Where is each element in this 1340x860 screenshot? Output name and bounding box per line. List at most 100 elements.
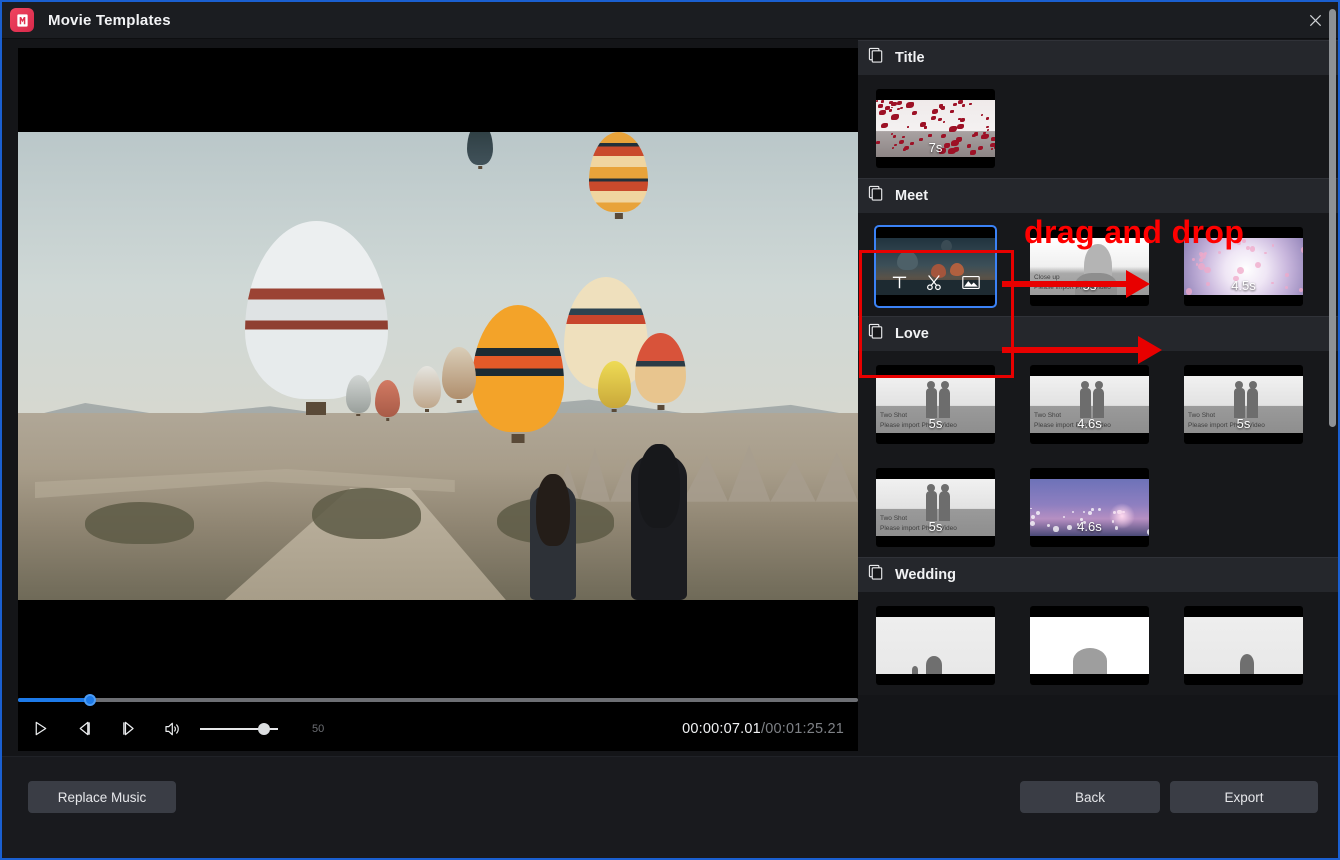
petal-shape xyxy=(958,100,963,104)
template-grid xyxy=(858,606,1338,685)
video-preview-pane: 50 00:00:07.01/00:01:25.21 xyxy=(18,48,858,751)
petal-shape xyxy=(986,128,990,131)
thumbnail-duration: 5s xyxy=(1236,416,1251,431)
timeline-progress-fill xyxy=(18,698,91,702)
volume-slider[interactable] xyxy=(200,722,278,736)
person-right xyxy=(631,444,688,600)
petal-shape xyxy=(876,100,878,102)
template-grid: 7s xyxy=(858,89,1338,168)
petal-shape xyxy=(892,135,897,139)
playback-timeline[interactable] xyxy=(18,694,858,706)
petal-shape xyxy=(957,124,964,130)
blossom-petal xyxy=(1184,238,1186,240)
section-header-wedding[interactable]: Wedding xyxy=(858,557,1338,592)
petal-shape xyxy=(891,106,894,109)
timeline-playhead[interactable] xyxy=(84,694,97,706)
petal-shape xyxy=(907,126,910,128)
template-thumbnail[interactable]: 4.5s xyxy=(1184,227,1303,306)
petal-shape xyxy=(941,133,947,138)
blossom-petal xyxy=(1204,266,1211,273)
balloon-small-c xyxy=(345,375,371,413)
wedding-silhouette xyxy=(925,656,942,674)
blossom-petal xyxy=(1198,263,1205,270)
text-icon[interactable] xyxy=(890,273,909,292)
petal-shape xyxy=(896,100,902,105)
template-thumbnail[interactable] xyxy=(1184,606,1303,685)
stack-copy-icon xyxy=(868,323,885,345)
export-button[interactable]: Export xyxy=(1170,781,1318,813)
section-body-meet: Close up Please import Photo/Video 5s 4.5… xyxy=(858,213,1338,316)
thumbnail-duration: 7s xyxy=(928,140,943,155)
replace-music-button[interactable]: Replace Music xyxy=(28,781,176,813)
timeline-track[interactable] xyxy=(18,694,858,706)
balloon-small-a xyxy=(442,347,476,399)
blossom-petal xyxy=(1271,244,1274,247)
section-body-love: Two Shot Please import Photo/Video 5s Tw… xyxy=(858,351,1338,557)
bush-center xyxy=(312,487,422,540)
template-thumbnail[interactable]: Two Shot Please import Photo/Video 5s xyxy=(876,365,995,444)
scissors-icon[interactable] xyxy=(925,273,944,292)
section-title: Love xyxy=(895,326,929,342)
petal-shape xyxy=(948,125,957,133)
template-thumbnail[interactable]: Two Shot Please import Photo/Video 4.6s xyxy=(1030,365,1149,444)
play-icon[interactable] xyxy=(18,712,62,746)
template-thumbnail[interactable] xyxy=(1030,606,1149,685)
template-thumbnail[interactable]: 4.6s xyxy=(1030,468,1149,547)
bush-left xyxy=(85,501,195,544)
petal-shape xyxy=(950,110,954,113)
templates-scrollbar[interactable] xyxy=(1329,9,1336,712)
petal-shape xyxy=(919,122,926,127)
petal-shape xyxy=(885,106,890,111)
section-body-title: 7s xyxy=(858,75,1338,178)
section-body-wedding xyxy=(858,592,1338,695)
thumbnail-duration: 4.6s xyxy=(1077,416,1102,431)
volume-icon[interactable] xyxy=(150,712,194,746)
movie-templates-logo-icon xyxy=(10,8,34,32)
blossom-petal xyxy=(1241,238,1247,244)
petal-shape xyxy=(890,132,894,135)
template-thumbnail[interactable] xyxy=(876,606,995,685)
template-thumbnail[interactable]: Close up Please import Photo/Video 5s xyxy=(1030,227,1149,306)
petal-shape xyxy=(928,134,932,138)
petal-shape xyxy=(980,113,984,116)
template-sections: Title 7s Meet Close up Please import Phot… xyxy=(858,40,1338,695)
wedding-silhouette-small xyxy=(911,666,918,674)
petal-shape xyxy=(942,120,946,123)
timecode-display: 00:00:07.01/00:01:25.21 xyxy=(682,721,844,737)
timecode-current: 00:00:07.01 xyxy=(682,720,761,737)
blossom-petal xyxy=(1236,241,1241,246)
section-title: Title xyxy=(895,50,925,66)
section-header-meet[interactable]: Meet xyxy=(858,178,1338,213)
thumbnail-image xyxy=(1030,617,1149,674)
templates-scrollbar-thumb[interactable] xyxy=(1329,9,1336,427)
template-thumbnail[interactable] xyxy=(874,225,997,308)
blossom-petal xyxy=(1082,511,1085,514)
next-frame-icon[interactable] xyxy=(106,712,150,746)
blossom-petal xyxy=(1071,510,1075,514)
volume-slider-handle[interactable] xyxy=(257,722,270,735)
petal-shape xyxy=(891,101,897,106)
thumbnail-edit-icons xyxy=(876,271,995,293)
template-grid: Two Shot Please import Photo/Video 5s Tw… xyxy=(858,365,1338,547)
petal-shape xyxy=(952,103,958,107)
blossom-petal xyxy=(1200,253,1207,260)
blossom-petal xyxy=(1030,507,1032,509)
petal-shape xyxy=(879,109,887,116)
balloon-yellow-small xyxy=(597,361,632,409)
image-icon[interactable] xyxy=(961,273,981,292)
section-header-title[interactable]: Title xyxy=(858,40,1338,75)
previous-frame-icon[interactable] xyxy=(62,712,106,746)
section-title: Meet xyxy=(895,188,929,204)
back-button[interactable]: Back xyxy=(1020,781,1160,813)
section-header-love[interactable]: Love xyxy=(858,316,1338,351)
balloon-striped-top xyxy=(467,132,493,165)
blossom-petal xyxy=(1285,272,1290,277)
templates-panel: Title 7s Meet Close up Please import Phot… xyxy=(858,40,1338,751)
blossom-petal xyxy=(1098,507,1102,511)
template-thumbnail[interactable]: Two Shot Please import Photo/Video 5s xyxy=(876,468,995,547)
blossom-petal xyxy=(1264,251,1267,255)
petal-shape xyxy=(880,122,888,129)
template-thumbnail[interactable]: 7s xyxy=(876,89,995,168)
template-thumbnail[interactable]: Two Shot Please import Photo/Video 5s xyxy=(1184,365,1303,444)
video-canvas[interactable] xyxy=(18,48,858,706)
